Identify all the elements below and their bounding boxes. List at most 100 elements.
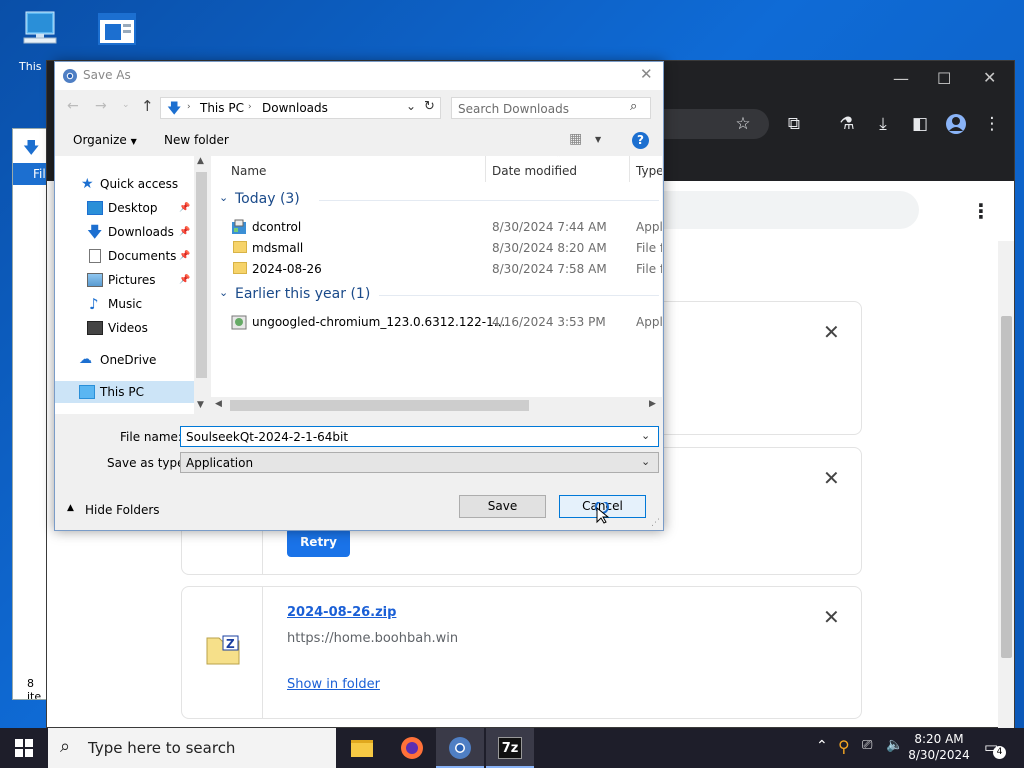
scroll-down-icon[interactable]: ▼ — [197, 400, 204, 410]
group-header-earlier[interactable]: ⌄ Earlier this year (1) — [219, 286, 659, 306]
close-window-button[interactable]: ✕ — [983, 68, 996, 87]
column-header-date[interactable]: Date modified — [492, 164, 577, 178]
file-row[interactable]: 2024-08-26 8/30/2024 7:58 AM File fo — [211, 259, 662, 279]
installer-icon — [232, 219, 246, 234]
refresh-icon[interactable]: ↻ — [424, 99, 435, 114]
scroll-right-icon[interactable]: ▶ — [649, 399, 656, 409]
page-more-icon[interactable]: ⋮ — [971, 199, 991, 223]
bookmark-star-icon[interactable]: ☆ — [732, 113, 754, 135]
tray-chevron-icon[interactable]: ⌃ — [816, 738, 828, 754]
documents-icon — [89, 249, 101, 263]
file-row[interactable]: mdsmall 8/30/2024 8:20 AM File fo — [211, 238, 662, 258]
file-type: Appli — [636, 220, 662, 234]
nav-pictures[interactable]: Pictures 📌 — [87, 269, 197, 291]
scroll-left-icon[interactable]: ◀ — [215, 399, 222, 409]
nav-desktop[interactable]: Desktop 📌 — [87, 197, 197, 219]
nav-this-pc[interactable]: This PC — [55, 381, 194, 403]
volume-muted-icon[interactable]: 🔈 — [886, 737, 903, 753]
file-row[interactable]: dcontrol 8/30/2024 7:44 AM Appli — [211, 217, 662, 237]
labs-icon[interactable]: ⚗ — [836, 113, 858, 135]
nav-videos[interactable]: Videos — [87, 317, 197, 339]
file-list: ⌃ Name Date modified Type ⌄ Today (3) dc… — [211, 156, 662, 414]
7zip-app[interactable]: 7z — [486, 728, 534, 768]
maximize-button[interactable]: ☐ — [937, 69, 951, 88]
dialog-close-icon[interactable]: ✕ — [640, 65, 653, 83]
firefox-app[interactable] — [388, 728, 436, 768]
nav-downloads[interactable]: 🡇 Downloads 📌 — [87, 221, 197, 243]
column-header-type[interactable]: Type — [636, 164, 662, 178]
download-card-icon-column: Z — [182, 587, 263, 718]
download-filename-link[interactable]: 2024-08-26.zip — [287, 605, 396, 620]
file-name-input[interactable]: SoulseekQt-2024-2-1-64bit ⌄ — [180, 426, 659, 447]
search-input[interactable]: Search Downloads ⌕ — [451, 97, 651, 119]
breadcrumb-downloads[interactable]: Downloads — [262, 101, 328, 115]
taskbar-search[interactable]: ⌕ Type here to search — [48, 728, 336, 768]
file-name-dropdown-icon[interactable]: ⌄ — [641, 429, 650, 442]
windows-logo-icon — [15, 739, 33, 757]
profile-avatar-icon[interactable] — [945, 113, 967, 135]
breadcrumb-this-pc[interactable]: This PC — [200, 101, 244, 115]
nav-scroll-thumb[interactable] — [196, 172, 207, 378]
retry-button[interactable]: Retry — [287, 528, 350, 557]
back-arrow-icon[interactable]: ← — [67, 98, 79, 114]
scrollbar-thumb[interactable] — [1001, 316, 1012, 658]
download-icon[interactable]: ⤓ — [872, 113, 894, 135]
side-panel-icon[interactable]: ◧ — [909, 113, 931, 135]
downloads-search-bar[interactable] — [647, 191, 919, 229]
collapse-chevron-icon: ⌄ — [219, 286, 229, 299]
forward-arrow-icon[interactable]: → — [95, 98, 107, 114]
save-type-dropdown-icon[interactable]: ⌄ — [641, 455, 650, 468]
desktop-icon-document[interactable] — [92, 12, 142, 49]
chromium-app[interactable] — [436, 728, 484, 768]
show-in-folder-link[interactable]: Show in folder — [287, 677, 380, 692]
column-header-name[interactable]: Name — [231, 164, 266, 178]
remove-download-button[interactable]: ✕ — [823, 605, 840, 629]
nav-documents[interactable]: Documents 📌 — [87, 245, 197, 267]
organize-label: Organize — [73, 133, 127, 147]
pin-icon: 📌 — [179, 203, 191, 213]
scroll-up-icon[interactable]: ▲ — [197, 156, 204, 166]
extensions-icon[interactable]: ⧉ — [783, 113, 805, 135]
tray-app-icon[interactable]: ⚲ — [838, 737, 850, 756]
address-dropdown-icon[interactable]: ⌄ — [406, 99, 416, 113]
help-icon[interactable]: ? — [632, 132, 649, 149]
save-button[interactable]: Save — [459, 495, 546, 518]
desktop-icon-this-pc[interactable]: This — [14, 10, 64, 73]
nav-label: Downloads — [108, 225, 174, 239]
clock[interactable]: 8:20 AM 8/30/2024 — [908, 731, 970, 763]
view-options-icon[interactable]: ▦ — [569, 131, 582, 147]
notification-center-button[interactable]: ▭ 4 — [980, 736, 1008, 760]
file-name: 2024-08-26 — [252, 262, 322, 276]
group-header-today[interactable]: ⌄ Today (3) — [219, 191, 659, 211]
nav-scrollbar[interactable]: ▲ ▼ — [194, 156, 210, 414]
nav-onedrive[interactable]: ☁ OneDrive — [79, 349, 199, 371]
address-bar[interactable]: 🡇 › This PC › Downloads ⌄ ↻ — [160, 97, 441, 119]
clock-date: 8/30/2024 — [908, 748, 970, 762]
navigation-pane: ★ Quick access Desktop 📌 🡇 Downloads 📌 D… — [55, 156, 210, 414]
file-row[interactable]: ungoogled-chromium_123.0.6312.122-1.... … — [211, 312, 662, 332]
save-as-type-select[interactable]: Application ⌄ — [180, 452, 659, 473]
remove-download-button[interactable]: ✕ — [823, 320, 840, 344]
nav-music[interactable]: ♪ Music — [87, 293, 197, 315]
chrome-menu-icon[interactable]: ⋮ — [981, 113, 1003, 135]
hide-folders-button[interactable]: ▲ Hide Folders — [67, 502, 177, 520]
horizontal-scroll-thumb[interactable] — [230, 400, 529, 411]
breadcrumb-chevron-icon: › — [187, 102, 191, 112]
start-button[interactable] — [0, 728, 48, 768]
up-arrow-icon[interactable]: ↑ — [141, 97, 154, 115]
horizontal-scrollbar[interactable]: ◀ ▶ — [211, 397, 662, 414]
minimize-button[interactable]: — — [893, 69, 909, 88]
page-scrollbar[interactable] — [998, 241, 1014, 729]
new-folder-button[interactable]: New folder — [164, 133, 229, 147]
organize-menu[interactable]: Organize ▼ — [73, 133, 137, 147]
downloads-icon: 🡇 — [87, 223, 103, 241]
chromium-icon — [63, 69, 77, 83]
music-icon: ♪ — [89, 295, 99, 313]
file-explorer-app[interactable] — [338, 728, 386, 768]
view-options-chevron-icon[interactable]: ▼ — [595, 135, 601, 144]
remove-download-button[interactable]: ✕ — [823, 466, 840, 490]
network-icon[interactable]: ⎚ — [862, 738, 872, 753]
recent-chevron-icon[interactable]: ⌄ — [122, 100, 130, 110]
nav-label: Music — [108, 297, 143, 311]
resize-grip-icon[interactable]: ⋰ — [651, 518, 660, 528]
